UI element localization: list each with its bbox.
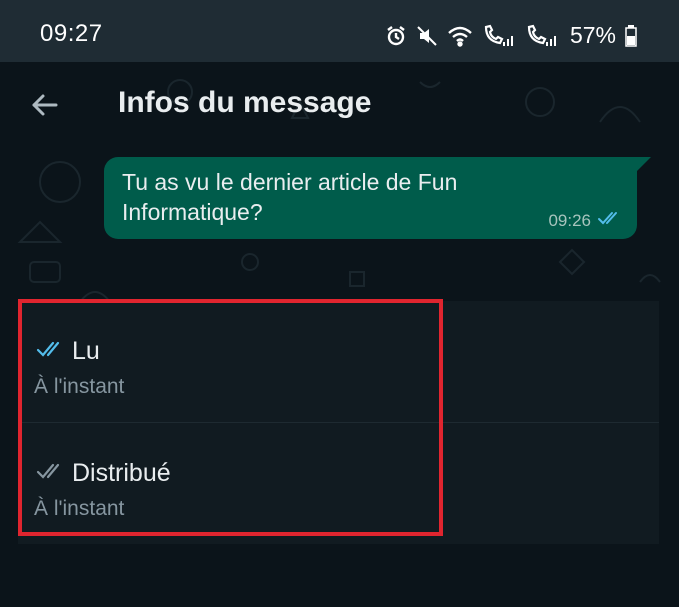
- message-text: Tu as vu le dernier article de Fun Infor…: [122, 169, 458, 225]
- status-icons: 57%: [385, 22, 637, 49]
- highlight-box: [18, 299, 443, 536]
- alarm-icon: [385, 25, 407, 47]
- message-time: 09:26: [548, 210, 591, 230]
- battery-icon: [625, 24, 637, 47]
- battery-percentage: 57%: [569, 22, 616, 48]
- call-sim1-icon: [482, 24, 516, 48]
- message-bubble[interactable]: Tu as vu le dernier article de Fun Infor…: [104, 157, 651, 239]
- page-title: Infos du message: [118, 86, 372, 119]
- bubble-tail: [635, 157, 651, 173]
- double-check-icon: [597, 210, 623, 231]
- arrow-left-icon[interactable]: [28, 88, 62, 122]
- status-time: 09:27: [40, 20, 103, 47]
- app-bar: Infos du message: [0, 62, 679, 150]
- wifi-icon: [447, 25, 473, 47]
- call-sim2-icon: [525, 24, 559, 48]
- status-bar: 09:27 57%: [0, 0, 679, 62]
- message-meta: 09:26: [548, 210, 623, 231]
- mute-icon: [416, 25, 438, 47]
